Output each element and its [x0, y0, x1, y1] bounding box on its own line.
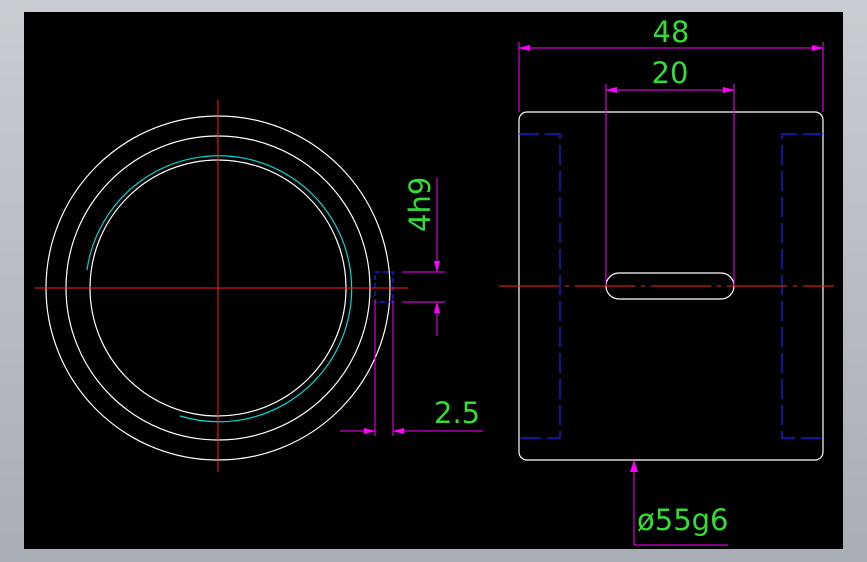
- dim-diameter: ø55g6: [630, 460, 729, 546]
- dim-label-2-5: 2.5: [434, 396, 480, 430]
- dim-20: 20: [605, 56, 735, 286]
- thread-arc: [86, 155, 353, 423]
- dim-2-5: 2.5: [340, 300, 483, 436]
- end-view: [35, 100, 408, 472]
- cad-drawing: 4h9 2.5 48 20 ø55g6: [35, 15, 834, 546]
- dim-label-4h9: 4h9: [403, 177, 437, 232]
- dim-4h9: 4h9: [402, 177, 445, 336]
- side-view: [499, 111, 834, 461]
- dim-label-diameter: ø55g6: [637, 503, 729, 537]
- dim-label-48: 48: [653, 15, 690, 49]
- dim-label-20: 20: [652, 56, 689, 90]
